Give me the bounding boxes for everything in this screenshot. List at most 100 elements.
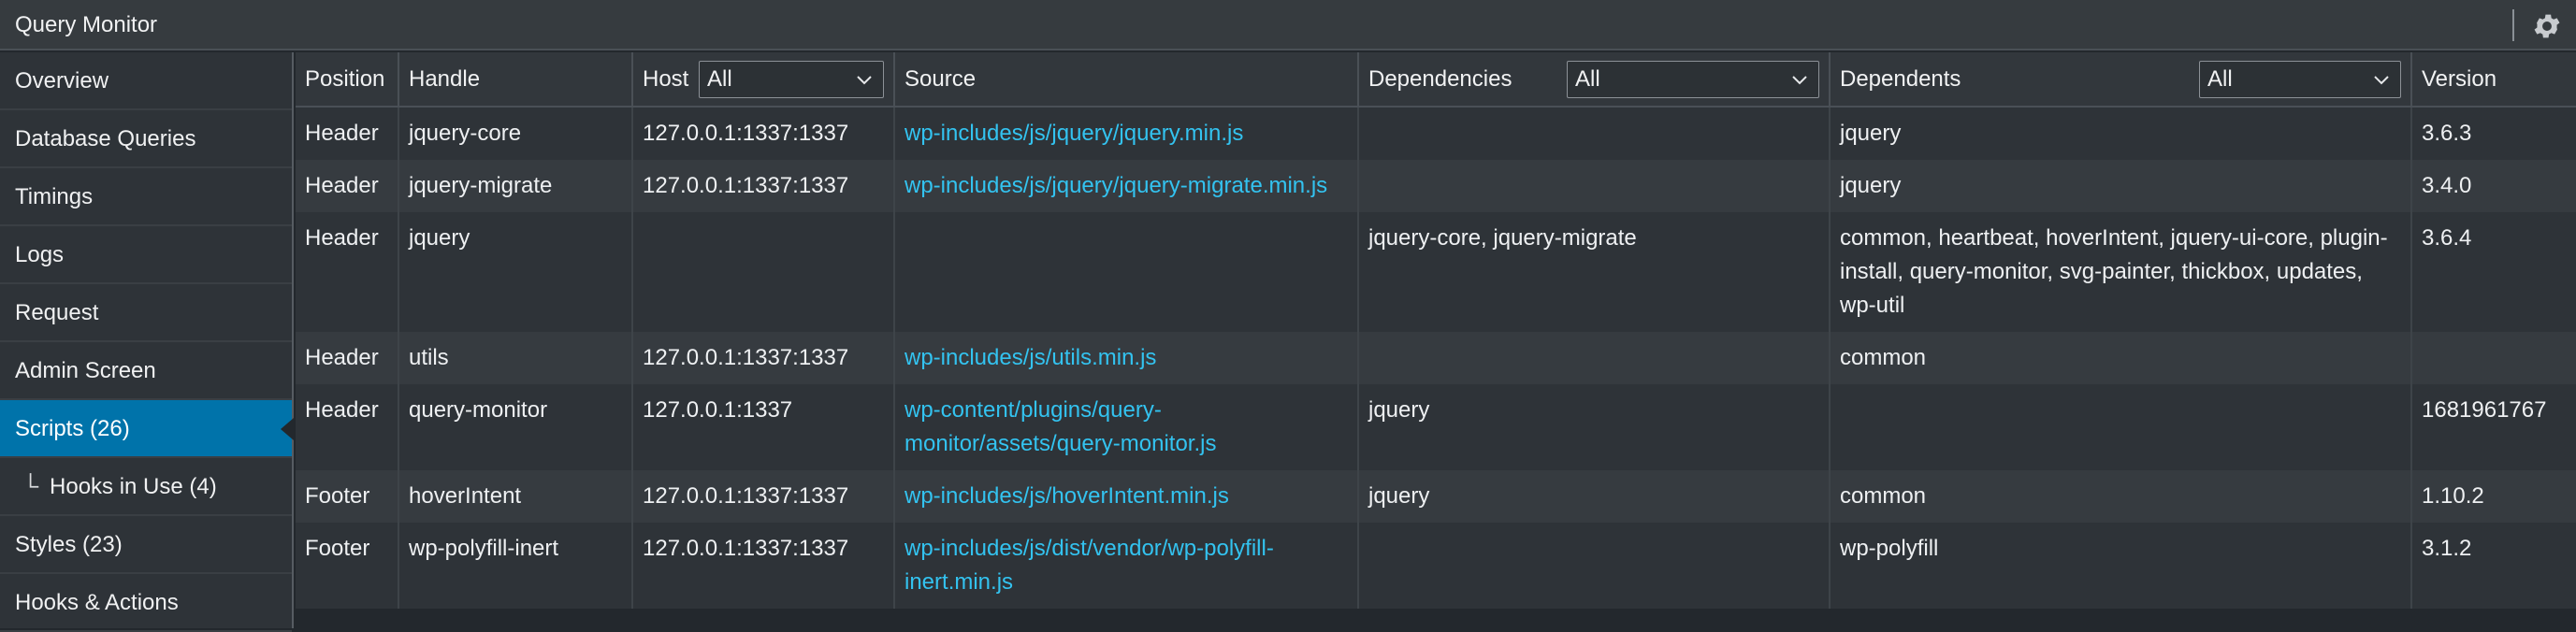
table-row: Footer hoverIntent 127.0.0.1:1337:1337 w…: [296, 470, 2576, 523]
gear-icon[interactable]: [2531, 10, 2563, 42]
panel-title: Query Monitor: [15, 12, 158, 37]
source-link[interactable]: wp-includes/js/dist/vendor/wp-polyfill-i…: [904, 536, 1274, 595]
cell-handle: hoverIntent: [398, 470, 633, 523]
column-header-position: Position: [296, 52, 399, 108]
column-header-version: Version: [2411, 52, 2576, 108]
sidebar-item-request[interactable]: Request: [0, 284, 292, 342]
cell-handle: utils: [398, 332, 633, 384]
column-header-host: Host All: [632, 52, 895, 108]
table-row: Footer wp-polyfill-inert 127.0.0.1:1337:…: [296, 523, 2576, 609]
cell-dependencies: jquery: [1358, 470, 1831, 523]
sidebar-item-overview[interactable]: Overview: [0, 52, 292, 110]
chevron-down-icon: [2374, 75, 2389, 84]
cell-dependents: jquery: [1830, 160, 2412, 212]
table-header-row: Position Handle Host All Source Dependen…: [296, 52, 2576, 108]
cell-dependencies: [1358, 523, 1831, 609]
cell-version: 3.6.3: [2411, 107, 2576, 160]
host-filter-select[interactable]: All: [699, 60, 884, 98]
cell-handle: wp-polyfill-inert: [398, 523, 633, 609]
column-header-handle: Handle: [398, 52, 633, 108]
cell-host: 127.0.0.1:1337:1337: [632, 523, 895, 609]
column-label: Source: [904, 65, 977, 92]
cell-position: Header: [296, 384, 399, 470]
panel-titlebar: Query Monitor: [0, 0, 2576, 50]
chevron-down-icon: [857, 75, 872, 84]
sidebar-item-hooks-in-use[interactable]: └ Hooks in Use (4): [0, 458, 292, 516]
sidebar-item-styles[interactable]: Styles (23): [0, 516, 292, 574]
source-link[interactable]: wp-includes/js/utils.min.js: [904, 345, 1156, 370]
column-label: Dependencies: [1368, 65, 1512, 92]
chevron-down-icon: [1792, 75, 1807, 84]
cell-dependencies: [1358, 160, 1831, 212]
dependents-filter-select[interactable]: All: [2199, 60, 2401, 98]
query-monitor-panel: Query Monitor Overview Database Queries …: [0, 0, 2576, 632]
cell-host: 127.0.0.1:1337:1337: [632, 332, 895, 384]
cell-dependents: jquery: [1830, 107, 2412, 160]
cell-source: wp-includes/js/hoverIntent.min.js: [894, 470, 1359, 523]
source-link[interactable]: wp-includes/js/jquery/jquery.min.js: [904, 121, 1243, 146]
cell-dependents: wp-polyfill: [1830, 523, 2412, 609]
column-label: Host: [643, 65, 689, 92]
column-label: Version: [2422, 65, 2497, 92]
cell-dependents: [1830, 384, 2412, 470]
cell-dependents: common, heartbeat, hoverIntent, jquery-u…: [1830, 212, 2412, 332]
source-link[interactable]: wp-includes/js/hoverIntent.min.js: [904, 483, 1229, 509]
source-link[interactable]: wp-content/plugins/query-monitor/assets/…: [904, 397, 1216, 456]
dependencies-filter-select[interactable]: All: [1567, 60, 1819, 98]
select-value: All: [1575, 65, 1600, 92]
cell-version: [2411, 332, 2576, 384]
cell-host: 127.0.0.1:1337:1337: [632, 160, 895, 212]
column-label: Handle: [409, 65, 481, 92]
table-row: Header query-monitor 127.0.0.1:1337 wp-c…: [296, 384, 2576, 470]
cell-dependencies: jquery-core, jquery-migrate: [1358, 212, 1831, 332]
cell-handle: jquery-core: [398, 107, 633, 160]
cell-position: Header: [296, 107, 399, 160]
cell-handle: query-monitor: [398, 384, 633, 470]
sidebar-item-logs[interactable]: Logs: [0, 226, 292, 284]
sidebar-item-label: Hooks in Use (4): [50, 474, 217, 499]
sidebar-item-scripts[interactable]: Scripts (26): [0, 400, 294, 458]
cell-version: 3.4.0: [2411, 160, 2576, 212]
cell-dependencies: [1358, 332, 1831, 384]
cell-host: 127.0.0.1:1337:1337: [632, 107, 895, 160]
cell-handle: jquery: [398, 212, 633, 332]
column-label: Dependents: [1840, 65, 1961, 92]
cell-host: [632, 212, 895, 332]
table-row: Header utils 127.0.0.1:1337:1337 wp-incl…: [296, 332, 2576, 384]
select-value: All: [2207, 65, 2233, 92]
cell-source: wp-includes/js/jquery/jquery.min.js: [894, 107, 1359, 160]
cell-dependents: common: [1830, 470, 2412, 523]
table-row: Header jquery-migrate 127.0.0.1:1337:133…: [296, 160, 2576, 212]
cell-dependencies: jquery: [1358, 384, 1831, 470]
column-header-dependents: Dependents All: [1830, 52, 2412, 108]
column-label: Position: [305, 65, 385, 92]
sidebar-item-database-queries[interactable]: Database Queries: [0, 110, 292, 168]
sidebar-item-admin-screen[interactable]: Admin Screen: [0, 342, 292, 400]
sidebar-item-timings[interactable]: Timings: [0, 168, 292, 226]
cell-source: wp-includes/js/dist/vendor/wp-polyfill-i…: [894, 523, 1359, 609]
cell-version: 1681961767: [2411, 384, 2576, 470]
cell-position: Footer: [296, 523, 399, 609]
sidebar-nav: Overview Database Queries Timings Logs R…: [0, 52, 294, 632]
cell-version: 1.10.2: [2411, 470, 2576, 523]
sidebar-item-hooks-actions[interactable]: Hooks & Actions: [0, 574, 292, 632]
scripts-table: Position Handle Host All Source Dependen…: [296, 52, 2576, 609]
cell-host: 127.0.0.1:1337:1337: [632, 470, 895, 523]
cell-version: 3.1.2: [2411, 523, 2576, 609]
source-link[interactable]: wp-includes/js/jquery/jquery-migrate.min…: [904, 173, 1327, 198]
cell-dependencies: [1358, 107, 1831, 160]
cell-position: Footer: [296, 470, 399, 523]
cell-source: wp-content/plugins/query-monitor/assets/…: [894, 384, 1359, 470]
titlebar-divider: [2512, 9, 2514, 41]
select-value: All: [707, 65, 732, 92]
column-header-dependencies: Dependencies All: [1358, 52, 1831, 108]
cell-host: 127.0.0.1:1337: [632, 384, 895, 470]
cell-source: [894, 212, 1359, 332]
cell-source: wp-includes/js/utils.min.js: [894, 332, 1359, 384]
table-row: Header jquery jquery-core, jquery-migrat…: [296, 212, 2576, 332]
cell-source: wp-includes/js/jquery/jquery-migrate.min…: [894, 160, 1359, 212]
cell-position: Header: [296, 212, 399, 332]
cell-handle: jquery-migrate: [398, 160, 633, 212]
tree-branch-icon: └: [22, 474, 39, 499]
cell-position: Header: [296, 160, 399, 212]
